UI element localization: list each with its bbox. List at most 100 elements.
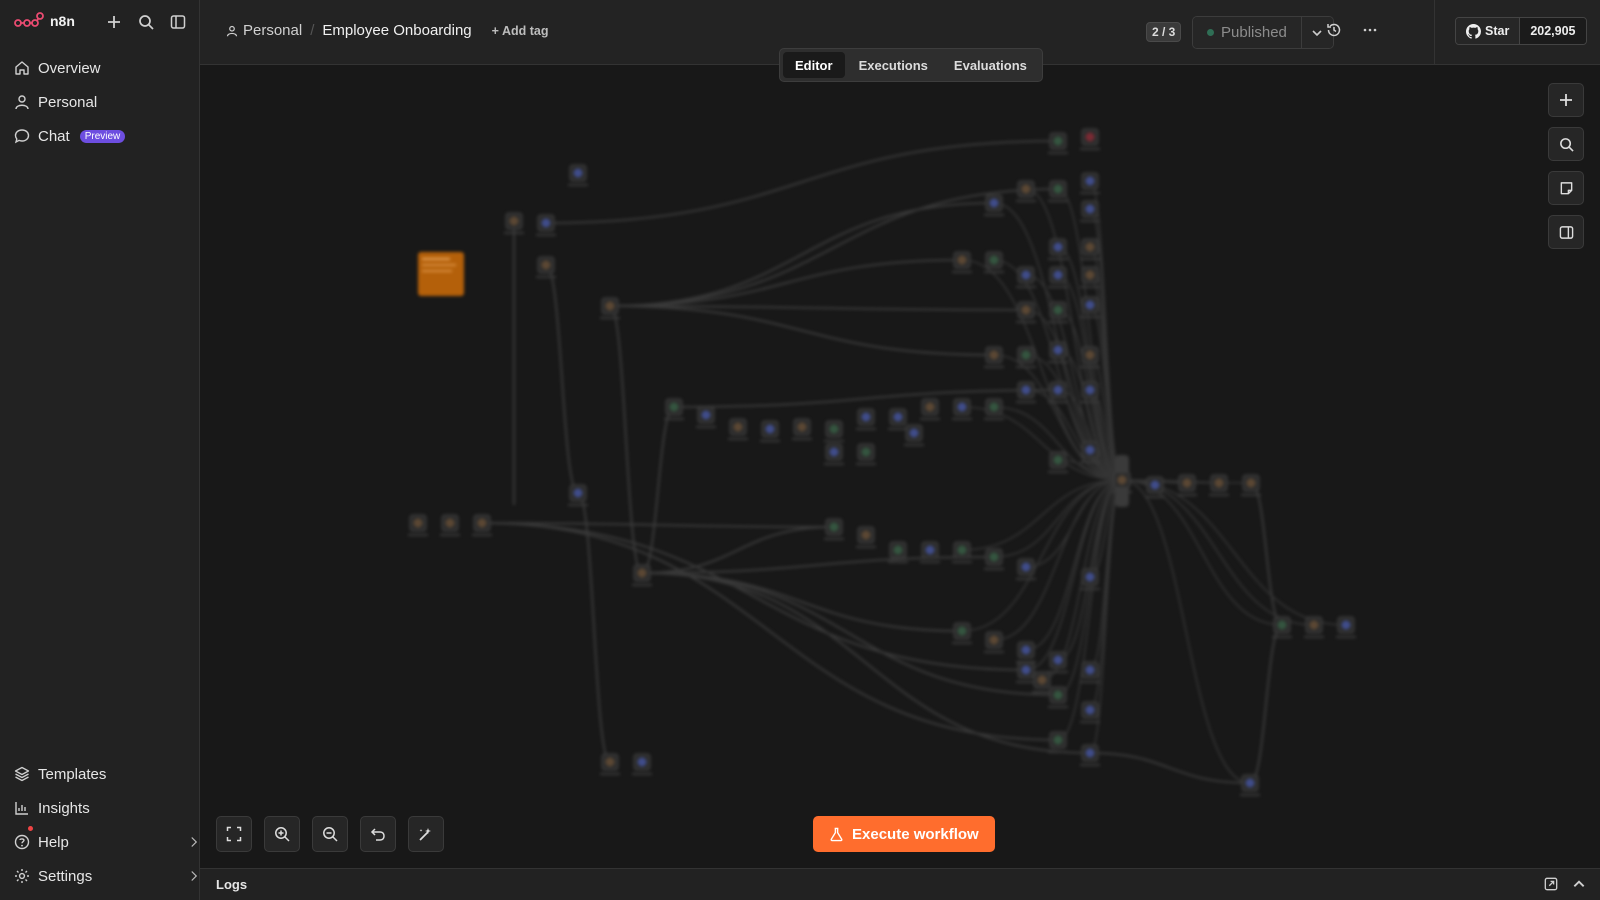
workflow-node[interactable]	[1016, 381, 1036, 403]
sidebar-item-overview[interactable]: Overview	[14, 56, 101, 80]
workflow-node[interactable]	[1016, 180, 1036, 202]
tab-evaluations[interactable]: Evaluations	[942, 52, 1039, 78]
sidebar-item-chat[interactable]: Chat Preview	[14, 124, 126, 148]
sidebar-item-personal[interactable]: Personal	[14, 90, 97, 114]
logs-expand-button[interactable]	[1572, 877, 1586, 896]
toggle-panel-button[interactable]	[1548, 215, 1584, 249]
workflow-node[interactable]	[1048, 731, 1068, 753]
workflow-node[interactable]	[1016, 301, 1036, 323]
brand-logo[interactable]: n8n	[14, 12, 75, 30]
workflow-node[interactable]	[760, 420, 780, 442]
workflow-node[interactable]	[728, 418, 748, 440]
workflow-node[interactable]	[984, 548, 1004, 570]
workflow-node[interactable]	[984, 251, 1004, 273]
workflow-node[interactable]	[984, 631, 1004, 653]
workflow-node[interactable]	[1016, 558, 1036, 580]
workflow-node[interactable]	[408, 514, 428, 536]
workflow-nodes[interactable]	[408, 128, 1356, 796]
add-icon[interactable]	[104, 12, 124, 32]
version-badge[interactable]: 2 / 3	[1146, 22, 1182, 42]
workflow-node[interactable]	[1304, 616, 1324, 638]
workflow-node[interactable]	[920, 398, 940, 420]
breadcrumb-project[interactable]: Personal	[226, 22, 302, 39]
workflow-node[interactable]	[1336, 616, 1356, 638]
workflow-node[interactable]	[696, 406, 716, 428]
workflow-node[interactable]	[536, 214, 556, 236]
workflow-node[interactable]	[1080, 701, 1100, 723]
tidy-up-button[interactable]	[408, 816, 444, 852]
undo-button[interactable]	[360, 816, 396, 852]
fit-view-button[interactable]	[216, 816, 252, 852]
workflow-node[interactable]	[824, 420, 844, 442]
logs-popout-button[interactable]	[1544, 877, 1558, 896]
add-tag-button[interactable]: + Add tag	[492, 24, 549, 38]
published-button[interactable]: Published	[1193, 17, 1301, 48]
workflow-node[interactable]	[1080, 744, 1100, 766]
workflow-node[interactable]	[1080, 200, 1100, 222]
workflow-node[interactable]	[856, 408, 876, 430]
workflow-node[interactable]	[904, 424, 924, 446]
workflow-node[interactable]	[1209, 474, 1229, 496]
workflow-node[interactable]	[824, 518, 844, 540]
workflow-node[interactable]	[1080, 172, 1100, 194]
workflow-node[interactable]	[1032, 671, 1052, 693]
history-button[interactable]	[1326, 22, 1342, 43]
workflow-node[interactable]	[1080, 128, 1100, 150]
workflow-node[interactable]	[568, 484, 588, 506]
add-sticky-button[interactable]	[1548, 171, 1584, 205]
logs-panel[interactable]: Logs	[200, 868, 1600, 900]
sidebar-item-help[interactable]: Help	[14, 826, 198, 854]
workflow-node[interactable]	[632, 753, 652, 775]
zoom-out-button[interactable]	[312, 816, 348, 852]
workflow-node[interactable]	[984, 398, 1004, 420]
tab-editor[interactable]: Editor	[783, 52, 845, 78]
workflow-node[interactable]	[472, 514, 492, 536]
workflow-node[interactable]	[1016, 661, 1036, 683]
workflow-node[interactable]	[856, 526, 876, 548]
workflow-canvas[interactable]: Execute workflow	[200, 65, 1600, 868]
sidebar-item-settings[interactable]: Settings	[14, 864, 198, 888]
workflow-node[interactable]	[1177, 474, 1197, 496]
add-node-button[interactable]	[1548, 83, 1584, 117]
workflow-node[interactable]	[1048, 651, 1068, 673]
sidebar-item-insights[interactable]: Insights	[14, 796, 90, 820]
more-options-button[interactable]	[1362, 22, 1378, 43]
workflow-node[interactable]	[952, 541, 972, 563]
workflow-node[interactable]	[1048, 451, 1068, 473]
workflow-title[interactable]: Employee Onboarding	[322, 22, 471, 39]
workflow-node[interactable]	[600, 297, 620, 319]
workflow-node[interactable]	[632, 564, 652, 586]
sidebar-toggle-icon[interactable]	[168, 12, 188, 32]
workflow-node[interactable]	[1048, 341, 1068, 363]
workflow-node[interactable]	[920, 541, 940, 563]
workflow-node[interactable]	[984, 346, 1004, 368]
workflow-graph[interactable]	[200, 65, 1600, 868]
workflow-node[interactable]	[1080, 266, 1100, 288]
workflow-node[interactable]	[600, 753, 620, 775]
workflow-node[interactable]	[984, 194, 1004, 216]
workflow-node[interactable]	[1080, 661, 1100, 683]
workflow-node[interactable]	[952, 251, 972, 273]
workflow-node[interactable]	[440, 514, 460, 536]
workflow-node[interactable]	[888, 408, 908, 430]
search-icon[interactable]	[136, 12, 156, 32]
workflow-node[interactable]	[856, 443, 876, 465]
workflow-node[interactable]	[536, 256, 556, 278]
workflow-node[interactable]	[1048, 238, 1068, 260]
github-star-widget[interactable]: Star 202,905	[1455, 17, 1587, 45]
search-nodes-button[interactable]	[1548, 127, 1584, 161]
workflow-node[interactable]	[1048, 132, 1068, 154]
zoom-in-button[interactable]	[264, 816, 300, 852]
workflow-node[interactable]	[1080, 238, 1100, 260]
workflow-node[interactable]	[952, 622, 972, 644]
workflow-node[interactable]	[1048, 180, 1068, 202]
workflow-node[interactable]	[568, 164, 588, 186]
github-star-button[interactable]: Star	[1456, 18, 1520, 44]
workflow-node[interactable]	[1016, 641, 1036, 663]
execute-workflow-button[interactable]: Execute workflow	[813, 816, 995, 852]
workflow-node[interactable]	[792, 418, 812, 440]
tab-executions[interactable]: Executions	[847, 52, 940, 78]
workflow-node[interactable]	[1048, 301, 1068, 323]
workflow-node[interactable]	[1240, 774, 1260, 796]
workflow-node[interactable]	[824, 443, 844, 465]
